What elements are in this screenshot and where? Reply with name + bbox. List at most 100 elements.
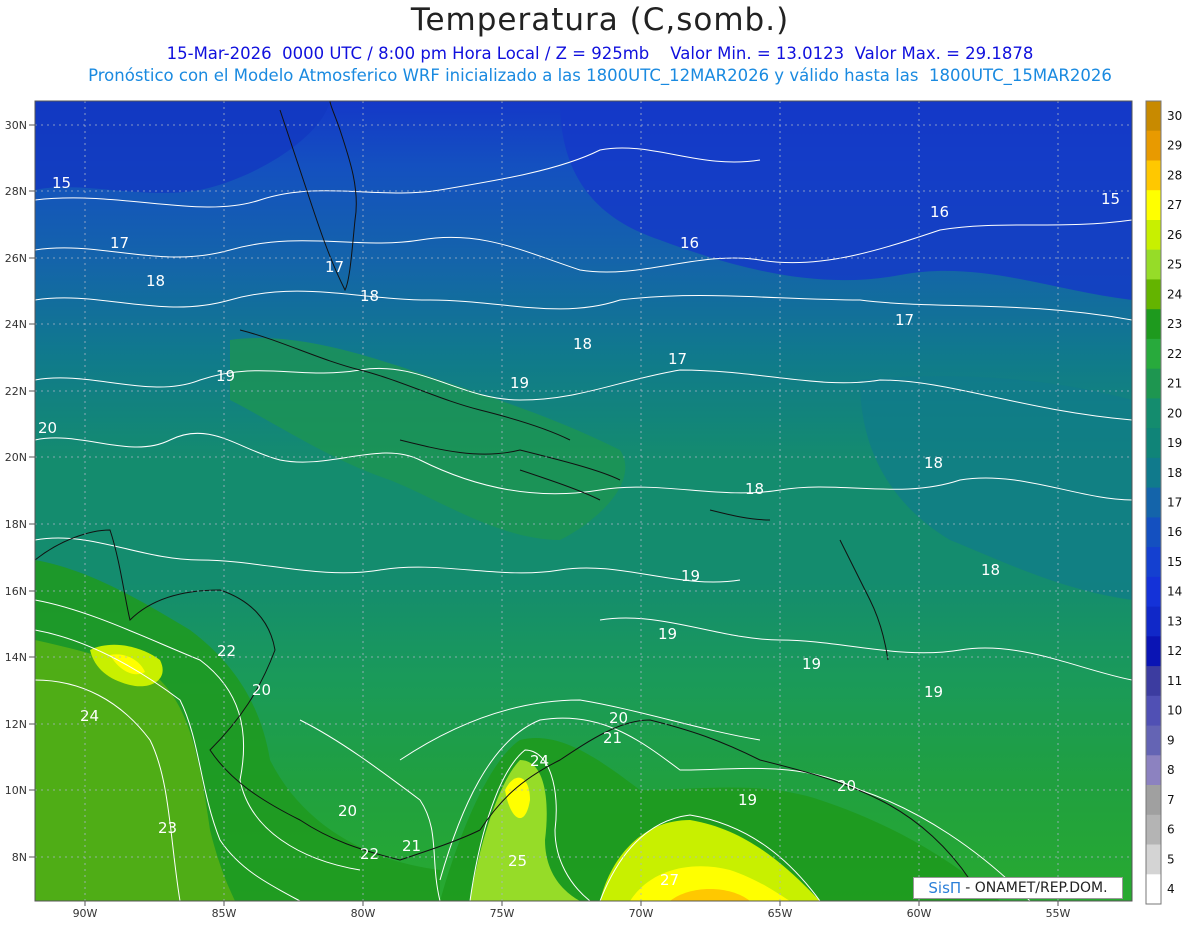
contour-label: 22 <box>217 642 236 660</box>
lon-tick: 75W <box>490 907 515 920</box>
colorbar-label: 13 <box>1167 615 1182 629</box>
colorbar-swatch <box>1146 636 1161 667</box>
lat-tick: 26N <box>5 252 27 265</box>
contour-label: 17 <box>325 258 344 276</box>
colorbar-label: 14 <box>1167 585 1182 599</box>
colorbar-label: 9 <box>1167 733 1175 747</box>
colorbar-label: 17 <box>1167 496 1182 510</box>
contour-label: 18 <box>146 272 165 290</box>
lat-tick: 8N <box>12 851 27 864</box>
colorbar-swatch <box>1146 249 1161 280</box>
colorbar-label: 30 <box>1167 109 1182 123</box>
lon-tick: 80W <box>351 907 376 920</box>
colorbar-label: 4 <box>1167 882 1175 896</box>
colorbar-label: 22 <box>1167 347 1182 361</box>
map-field <box>35 101 1132 901</box>
lat-tick: 30N <box>5 119 27 132</box>
contour-label: 22 <box>360 845 379 863</box>
colorbar-label: 16 <box>1167 525 1182 539</box>
colorbar-label: 29 <box>1167 139 1182 153</box>
lat-tick: 14N <box>5 651 27 664</box>
colorbar-label: 25 <box>1167 258 1182 272</box>
contour-label: 20 <box>38 419 57 437</box>
colorbar-swatch <box>1146 666 1161 697</box>
contour-label: 19 <box>802 655 821 673</box>
lat-axis: 30N 28N 26N 24N 22N 20N 18N 16N 14N 12N … <box>5 119 35 864</box>
contour-label: 18 <box>360 287 379 305</box>
colorbar-label: 26 <box>1167 228 1182 242</box>
colorbar-label: 19 <box>1167 436 1182 450</box>
contour-label: 18 <box>924 454 943 472</box>
colorbar-swatch <box>1146 487 1161 518</box>
lon-tick: 65W <box>768 907 793 920</box>
colorbar-swatch <box>1146 457 1161 489</box>
lat-tick: 28N <box>5 185 27 198</box>
colorbar-swatch <box>1146 576 1161 608</box>
colorbar-swatch <box>1146 160 1161 191</box>
contour-label: 27 <box>660 871 679 889</box>
colorbar-swatch <box>1146 725 1161 756</box>
colorbar-swatch <box>1146 101 1161 132</box>
colorbar-label: 23 <box>1167 317 1182 331</box>
contour-label: 24 <box>80 707 99 725</box>
credit-box: SisΠ - ONAMET/REP.DOM. <box>913 877 1123 899</box>
colorbar-swatch <box>1146 874 1161 905</box>
colorbar-swatch <box>1146 785 1161 816</box>
contour-label: 20 <box>609 709 628 727</box>
colorbar-swatch <box>1146 755 1161 786</box>
contour-label: 19 <box>510 374 529 392</box>
lat-tick: 22N <box>5 385 27 398</box>
colorbar-swatch <box>1146 517 1161 548</box>
colorbar-swatch <box>1146 695 1161 726</box>
colorbar-label: 12 <box>1167 644 1182 658</box>
contour-label: 17 <box>668 350 687 368</box>
contour-label: 15 <box>1101 190 1120 208</box>
colorbar-swatch <box>1146 844 1161 875</box>
contour-label: 19 <box>658 625 677 643</box>
lon-axis: 90W 85W 80W 75W 70W 65W 60W 55W <box>73 901 1071 920</box>
temperature-map: 15 15 16 16 17 17 17 17 18 18 18 18 18 1… <box>5 100 1182 920</box>
colorbar-label: 20 <box>1167 406 1182 420</box>
contour-label: 16 <box>680 234 699 252</box>
lat-tick: 12N <box>5 718 27 731</box>
colorbar-swatch <box>1146 220 1161 251</box>
contour-label: 17 <box>895 311 914 329</box>
lat-tick: 10N <box>5 784 27 797</box>
lon-tick: 85W <box>212 907 237 920</box>
lon-tick: 70W <box>629 907 654 920</box>
colorbar-swatch <box>1146 130 1161 161</box>
colorbar-swatch <box>1146 547 1161 578</box>
lat-tick: 20N <box>5 451 27 464</box>
credit-text: - ONAMET/REP.DOM. <box>965 880 1108 896</box>
contour-label: 21 <box>402 837 421 855</box>
contour-label: 20 <box>252 681 271 699</box>
contour-label: 19 <box>738 791 757 809</box>
colorbar-swatch <box>1146 398 1161 429</box>
lat-tick: 16N <box>5 585 27 598</box>
lon-tick: 55W <box>1046 907 1071 920</box>
contour-label: 19 <box>216 367 235 385</box>
contour-label: 18 <box>981 561 1000 579</box>
colorbar-label: 5 <box>1167 852 1175 866</box>
colorbar-swatch <box>1146 428 1161 459</box>
contour-label: 25 <box>508 852 527 870</box>
contour-label: 17 <box>110 234 129 252</box>
colorbar-swatch <box>1146 368 1161 399</box>
colorbar-label: 7 <box>1167 793 1175 807</box>
colorbar-swatch <box>1146 309 1161 340</box>
lon-tick: 90W <box>73 907 98 920</box>
colorbar-label: 27 <box>1167 198 1182 212</box>
lat-tick: 18N <box>5 518 27 531</box>
colorbar-swatch <box>1146 279 1161 310</box>
contour-label: 19 <box>924 683 943 701</box>
colorbar-label: 8 <box>1167 763 1175 777</box>
contour-label: 20 <box>837 777 856 795</box>
lon-tick: 60W <box>907 907 932 920</box>
contour-label: 16 <box>930 203 949 221</box>
colorbar-swatch <box>1146 338 1161 370</box>
sispi-logo: SisΠ <box>928 879 962 897</box>
colorbar-swatch <box>1146 190 1161 221</box>
colorbar-label: 11 <box>1167 674 1182 688</box>
colorbar: 30 29 28 27 26 25 24 23 22 21 20 19 18 17 16 15 14 13 12 11… <box>1145 100 1182 905</box>
colorbar-label: 15 <box>1167 555 1182 569</box>
